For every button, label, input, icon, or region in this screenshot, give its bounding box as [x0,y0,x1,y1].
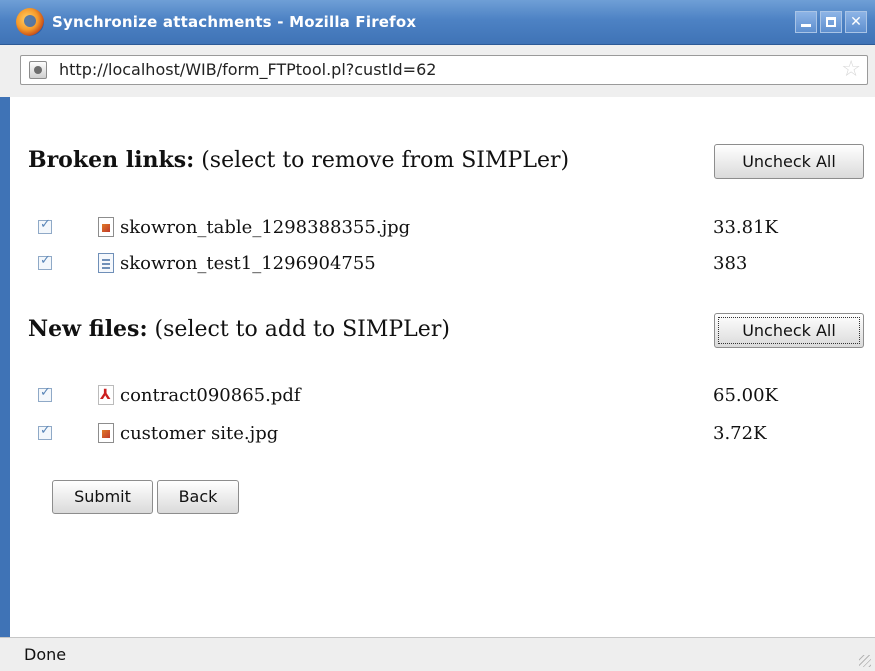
file-size: 65.00K [713,385,778,406]
status-text: Done [24,645,67,664]
page-content: Broken links: (select to remove from SIM… [10,97,875,635]
maximize-button[interactable] [820,11,842,33]
status-bar: Done [0,637,875,671]
file-size: 3.72K [713,423,767,444]
url-text[interactable]: http://localhost/WIB/form_FTPtool.pl?cus… [59,56,436,84]
file-size: 33.81K [713,217,778,238]
broken-link-checkbox[interactable] [38,253,52,270]
firefox-icon [16,8,44,36]
text-file-icon [98,253,114,273]
file-name: contract090865.pdf [120,385,301,406]
new-file-checkbox[interactable] [38,423,52,440]
file-size: 383 [713,253,748,274]
broken-links-uncheck-all-button[interactable]: Uncheck All [714,144,864,179]
bookmark-star-icon[interactable]: ☆ [841,58,861,82]
new-files-heading-desc: (select to add to SIMPLer) [147,317,450,342]
file-name: customer site.jpg [120,423,279,444]
site-identity-icon[interactable] [29,61,47,79]
new-file-row: contract090865.pdf 65.00K [10,381,875,411]
resize-grip-icon[interactable] [859,655,871,667]
new-files-uncheck-all-button[interactable]: Uncheck All [714,313,864,348]
broken-link-row: skowron_test1_1296904755 383 [10,249,875,279]
broken-links-heading-desc: (select to remove from SIMPLer) [194,148,570,173]
file-name: skowron_table_1298388355.jpg [120,217,411,238]
new-files-heading: New files: (select to add to SIMPLer) [28,316,450,342]
broken-link-row: skowron_table_1298388355.jpg 33.81K [10,213,875,243]
image-file-icon [98,217,114,237]
broken-links-heading-bold: Broken links: [28,147,195,173]
image-file-icon [98,423,114,443]
broken-link-checkbox[interactable] [38,217,52,234]
close-button[interactable] [845,11,867,33]
pdf-file-icon [98,385,114,405]
minimize-button[interactable] [795,11,817,33]
new-files-heading-bold: New files: [28,316,148,342]
navigation-toolbar: http://localhost/WIB/form_FTPtool.pl?cus… [0,45,875,98]
window-border [0,97,10,637]
submit-button[interactable]: Submit [52,480,153,514]
broken-links-heading: Broken links: (select to remove from SIM… [28,147,569,173]
file-name: skowron_test1_1296904755 [120,253,376,274]
window-title: Synchronize attachments - Mozilla Firefo… [52,13,417,31]
new-file-row: customer site.jpg 3.72K [10,419,875,449]
back-button[interactable]: Back [157,480,239,514]
new-file-checkbox[interactable] [38,385,52,402]
url-bar[interactable]: http://localhost/WIB/form_FTPtool.pl?cus… [20,55,868,85]
title-bar[interactable]: Synchronize attachments - Mozilla Firefo… [0,0,875,45]
